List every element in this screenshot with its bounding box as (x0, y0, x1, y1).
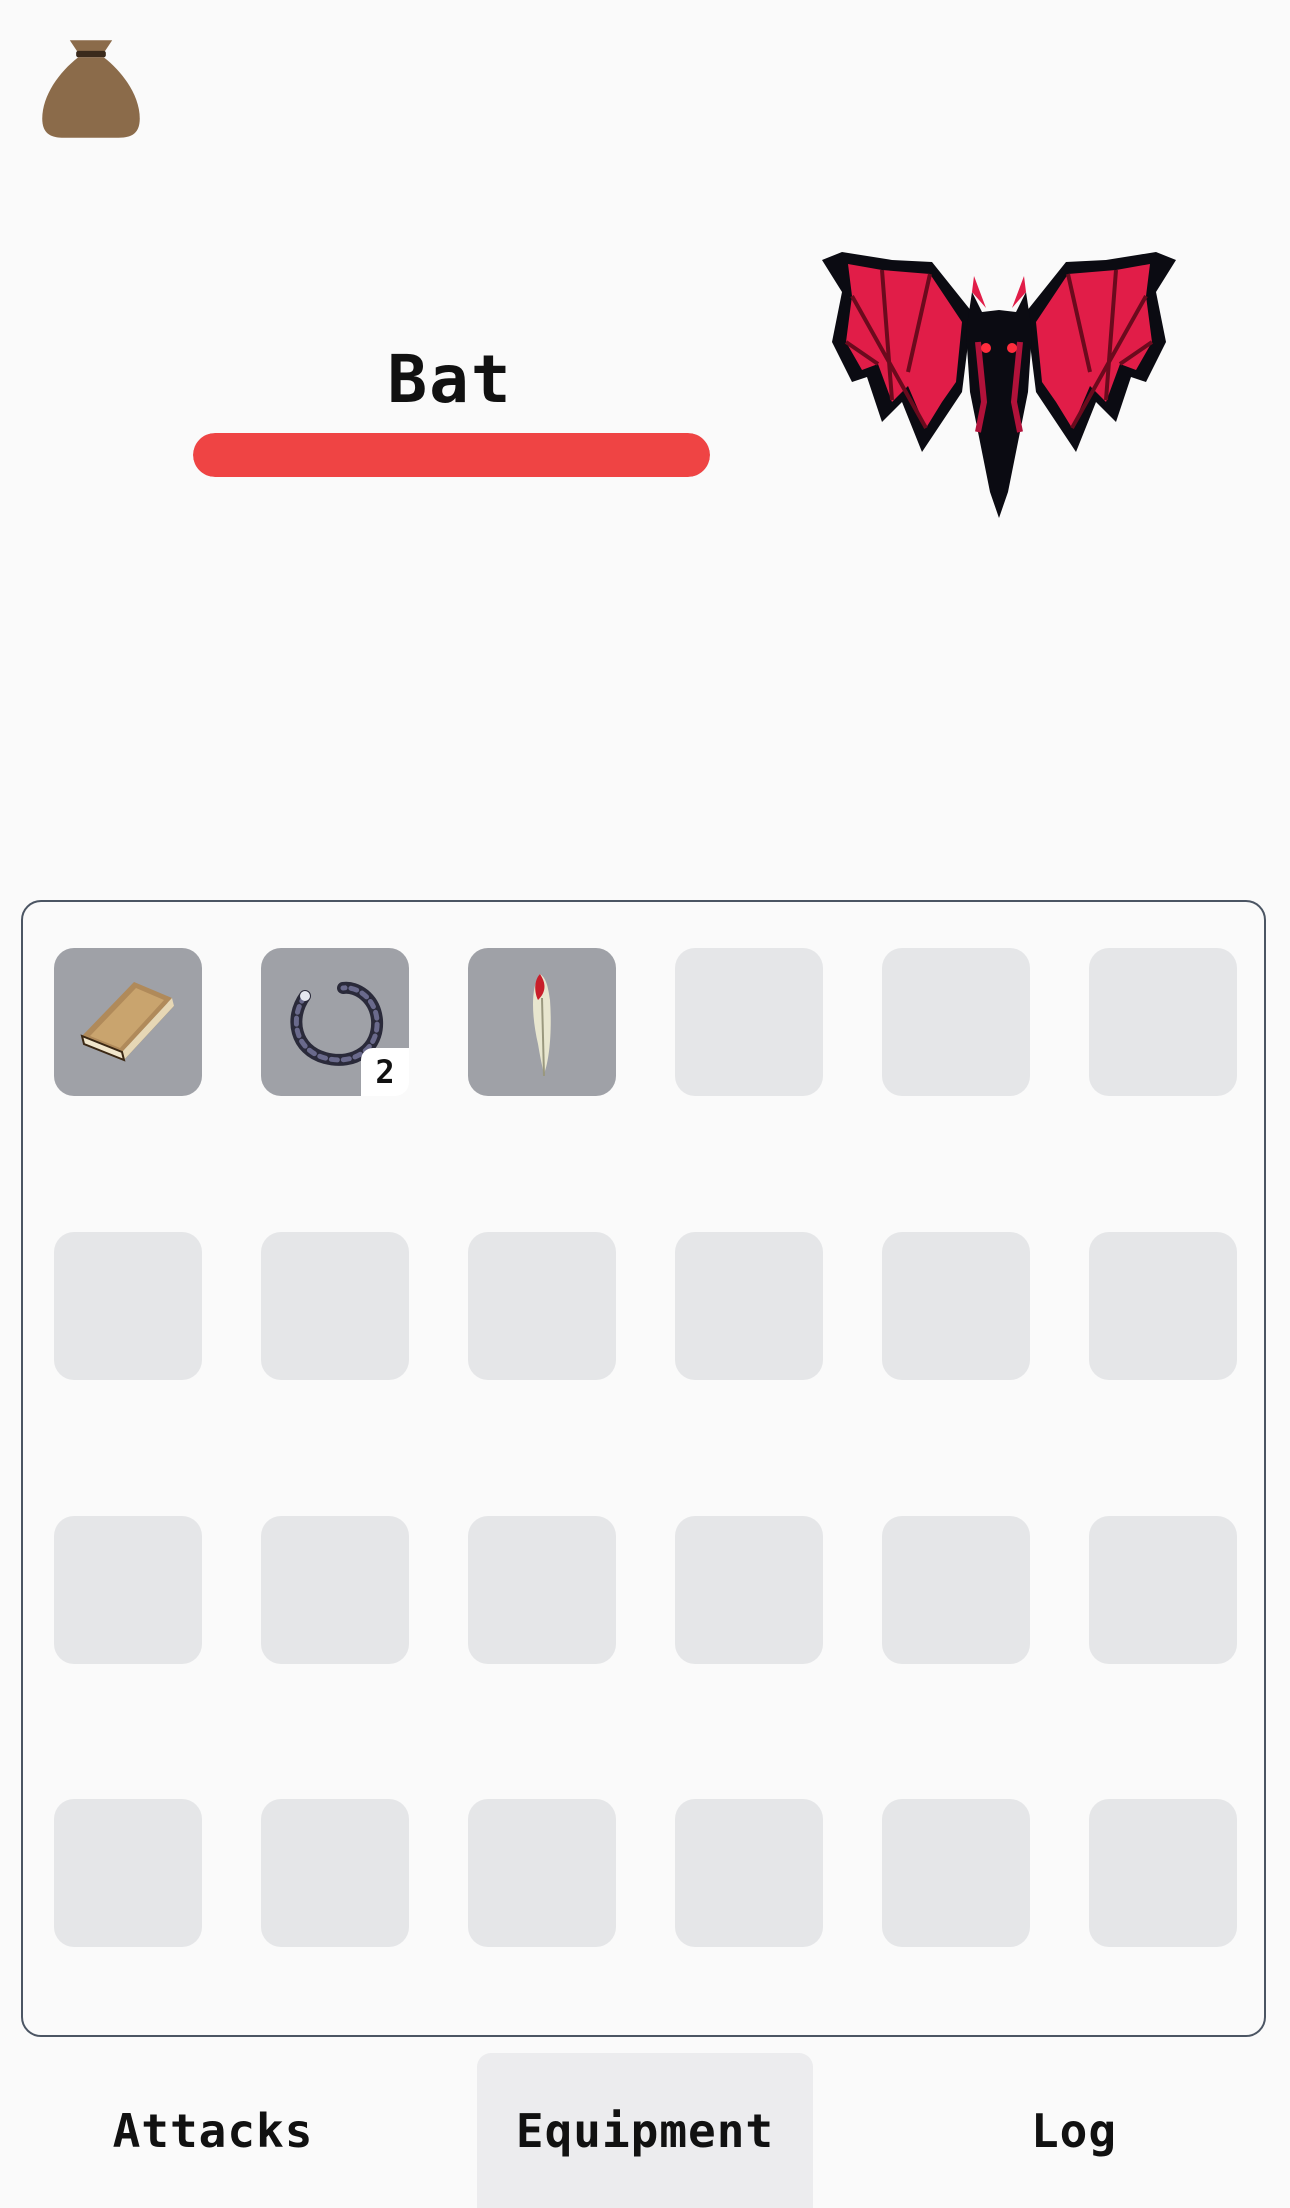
inventory-slot-empty[interactable] (1089, 1232, 1237, 1380)
inventory-slot-empty[interactable] (882, 948, 1030, 1096)
inventory-slot-empty[interactable] (261, 1799, 409, 1947)
inventory-slot-ring[interactable]: 2 (261, 948, 409, 1096)
inventory-slot-empty[interactable] (1089, 948, 1237, 1096)
inventory-slot-empty[interactable] (675, 1516, 823, 1664)
inventory-slot-empty[interactable] (1089, 1516, 1237, 1664)
loot-bag-icon[interactable] (38, 36, 144, 142)
tab-equipment[interactable]: Equipment (477, 2053, 813, 2208)
inventory-slot-empty[interactable] (675, 1799, 823, 1947)
tab-log[interactable]: Log (976, 2053, 1172, 2208)
inventory-slot-empty[interactable] (54, 1232, 202, 1380)
inventory-slot-empty[interactable] (468, 1799, 616, 1947)
inventory-slot-empty[interactable] (468, 1516, 616, 1664)
bottom-tab-bar: Attacks Equipment Log (0, 2053, 1290, 2208)
inventory-slot-empty[interactable] (675, 948, 823, 1096)
inventory-slot-empty[interactable] (882, 1799, 1030, 1947)
inventory-slot-empty[interactable] (261, 1232, 409, 1380)
inventory-slot-feather[interactable] (468, 948, 616, 1096)
enemy-health-bar (193, 433, 710, 477)
inventory-slot-empty[interactable] (675, 1232, 823, 1380)
inventory-slot-empty[interactable] (1089, 1799, 1237, 1947)
inventory-slot-empty[interactable] (54, 1799, 202, 1947)
bat-sprite[interactable] (822, 252, 1176, 518)
inventory-slot-empty[interactable] (261, 1516, 409, 1664)
inventory-slot-book[interactable] (54, 948, 202, 1096)
enemy-health-fill (193, 433, 710, 477)
inventory-panel: 2 (21, 900, 1266, 2037)
item-quantity-badge: 2 (361, 1048, 409, 1096)
inventory-slot-empty[interactable] (882, 1232, 1030, 1380)
inventory-slot-empty[interactable] (882, 1516, 1030, 1664)
inventory-slot-empty[interactable] (54, 1516, 202, 1664)
tab-attacks[interactable]: Attacks (57, 2053, 369, 2208)
inventory-slot-empty[interactable] (468, 1232, 616, 1380)
enemy-name: Bat (387, 341, 513, 418)
